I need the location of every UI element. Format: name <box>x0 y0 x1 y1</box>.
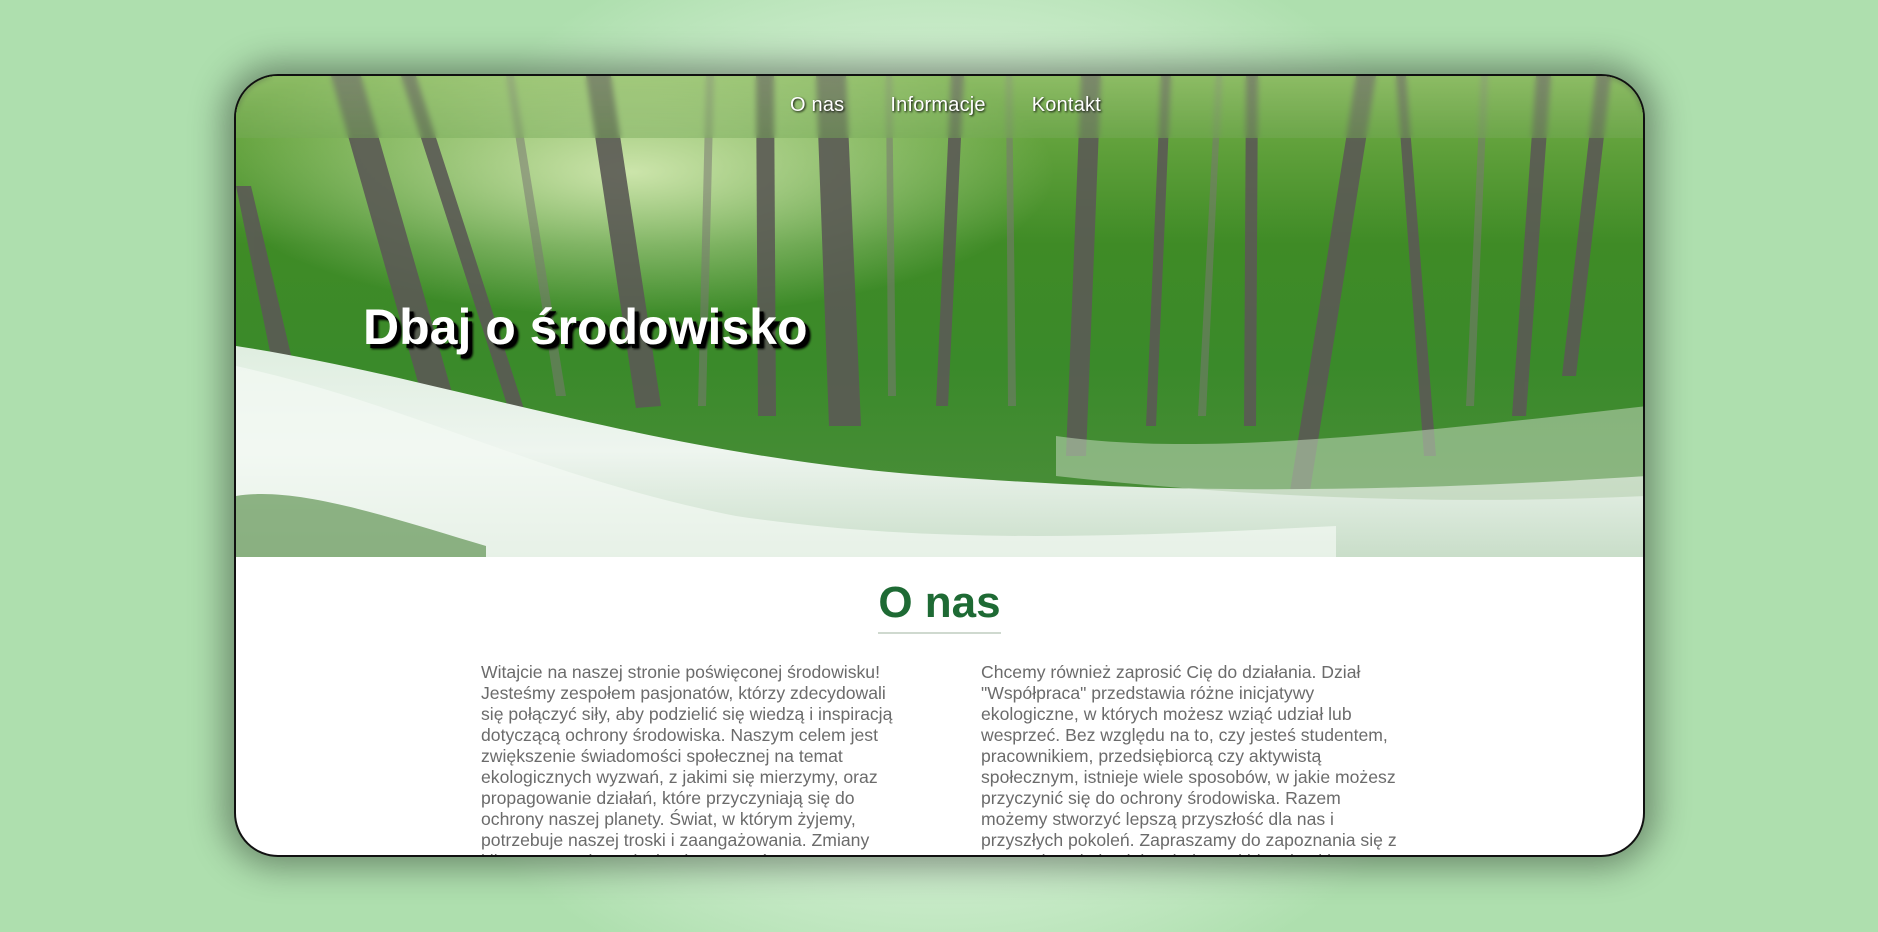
about-section-header: O nas <box>236 578 1643 634</box>
nav-link-informacje[interactable]: Informacje <box>890 94 985 117</box>
hero-banner: O nas Informacje Kontakt Dbaj o środowis… <box>236 76 1643 557</box>
about-text-left: Witajcie na naszej stronie poświęconej ś… <box>481 662 893 855</box>
about-heading: O nas <box>878 578 1001 634</box>
nav-link-kontakt[interactable]: Kontakt <box>1032 94 1101 117</box>
about-text-right: Chcemy również zaprosić Cię do działania… <box>981 662 1397 855</box>
main-nav: O nas Informacje Kontakt <box>236 94 1643 117</box>
nav-link-o-nas[interactable]: O nas <box>790 94 844 117</box>
hero-title: Dbaj o środowisko <box>363 299 808 355</box>
page-card: O nas Informacje Kontakt Dbaj o środowis… <box>234 74 1645 857</box>
